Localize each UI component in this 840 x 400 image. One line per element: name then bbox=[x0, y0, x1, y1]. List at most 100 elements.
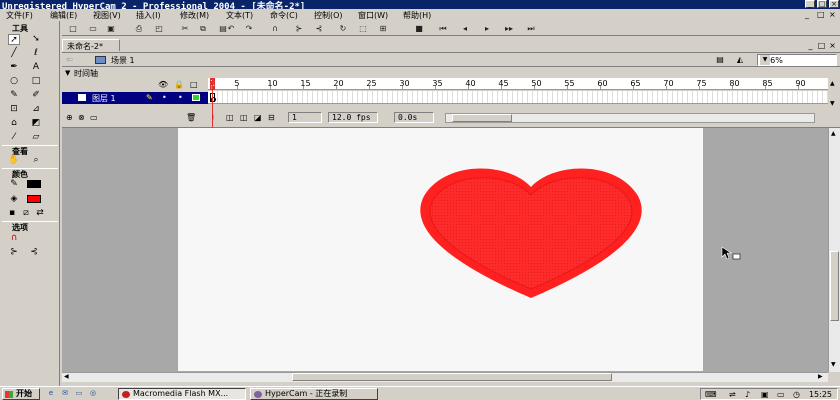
timeline-header[interactable]: ▼ 时间轴 bbox=[62, 68, 208, 79]
task-hypercam[interactable]: HyperCam - 正在录制 bbox=[250, 388, 378, 400]
keyboard-icon[interactable]: ⌨ bbox=[705, 390, 717, 399]
save-icon[interactable]: ▣ bbox=[106, 24, 116, 33]
start-button[interactable]: 开始 bbox=[2, 388, 40, 400]
copy-icon[interactable]: ⧉ bbox=[198, 24, 208, 33]
menu-edit[interactable]: 编辑(E) bbox=[50, 10, 77, 21]
delete-layer-icon[interactable]: 🗑 bbox=[186, 113, 196, 122]
stage[interactable] bbox=[178, 128, 741, 371]
minimize-button[interactable]: _ bbox=[805, 0, 815, 8]
task-flash[interactable]: Macromedia Flash MX... bbox=[118, 388, 246, 400]
menu-file[interactable]: 文件(F) bbox=[6, 10, 33, 21]
cut-icon[interactable]: ✂ bbox=[180, 24, 190, 33]
print-icon[interactable]: ⎙ bbox=[134, 24, 144, 33]
menu-insert[interactable]: 插入(I) bbox=[136, 10, 161, 21]
fill-transform-tool-icon[interactable]: ⊿ bbox=[30, 104, 42, 115]
timeline-hscroll-thumb[interactable] bbox=[452, 114, 512, 122]
zoom-tool-icon[interactable]: ⌕ bbox=[30, 155, 42, 166]
snap-magnet-option-icon[interactable]: ∩ bbox=[8, 233, 20, 244]
eraser-tool-icon[interactable]: ▱ bbox=[30, 132, 42, 143]
eyedropper-tool-icon[interactable]: ⁄ bbox=[8, 132, 20, 143]
menu-view[interactable]: 视图(V) bbox=[93, 10, 121, 21]
free-transform-tool-icon[interactable]: ⊡ bbox=[8, 104, 20, 115]
oval-tool-icon[interactable]: ○ bbox=[8, 76, 20, 87]
collapse-arrow-icon[interactable]: ▼ bbox=[65, 69, 70, 77]
layer-lock-dot-icon[interactable]: • bbox=[178, 93, 183, 102]
lock-all-icon[interactable]: 🔒 bbox=[174, 80, 184, 89]
snap-magnet-icon[interactable]: ∩ bbox=[270, 24, 280, 33]
text-tool-icon[interactable]: A bbox=[30, 62, 42, 73]
menu-window[interactable]: 窗口(W) bbox=[358, 10, 388, 21]
desktop-icon[interactable]: ▭ bbox=[74, 389, 84, 398]
menu-modify[interactable]: 修改(M) bbox=[180, 10, 209, 21]
document-tab[interactable]: 未命名-2* bbox=[62, 39, 120, 51]
pen-tool-icon[interactable]: ✒ bbox=[8, 62, 20, 73]
arrow-tool-icon[interactable]: ➚ bbox=[8, 34, 20, 45]
open-icon[interactable]: ▭ bbox=[88, 24, 98, 33]
ie-icon[interactable]: e bbox=[46, 389, 56, 398]
rewind-icon[interactable]: ⏮ bbox=[438, 24, 448, 33]
outline-all-icon[interactable]: □ bbox=[190, 80, 198, 89]
subselect-tool-icon[interactable]: ➘ bbox=[30, 34, 42, 45]
edit-multiple-frames-icon[interactable]: ◪ bbox=[254, 113, 262, 122]
menu-text[interactable]: 文本(T) bbox=[226, 10, 253, 21]
media-icon[interactable]: ◎ bbox=[88, 389, 98, 398]
tray-app-icon[interactable]: ▣ bbox=[761, 390, 769, 399]
stage-hscroll[interactable]: ◀ ▶ bbox=[62, 372, 828, 382]
insert-layer-icon[interactable]: ⊕ bbox=[66, 113, 73, 122]
step-back-icon[interactable]: ◂ bbox=[460, 24, 470, 33]
stage-vscroll[interactable]: ▲ ▼ bbox=[828, 128, 840, 372]
hand-tool-icon[interactable]: ✋ bbox=[8, 155, 20, 166]
layer-name[interactable]: 图层 1 bbox=[92, 93, 116, 104]
tray-clock-icon[interactable]: ◷ bbox=[793, 390, 800, 399]
layer-visible-dot-icon[interactable]: • bbox=[162, 93, 167, 102]
onion-outline-icon[interactable]: ◫ bbox=[240, 113, 248, 122]
back-arrow-icon[interactable]: ⇦ bbox=[66, 55, 73, 64]
straighten-icon[interactable]: ⊰ bbox=[314, 24, 324, 33]
menu-help[interactable]: 帮助(H) bbox=[403, 10, 431, 21]
network-icon[interactable]: ⇌ bbox=[729, 390, 736, 399]
new-icon[interactable]: □ bbox=[68, 24, 78, 33]
onion-skin-icon[interactable]: ◫ bbox=[226, 113, 234, 122]
rotate-icon[interactable]: ↻ bbox=[338, 24, 348, 33]
stroke-color-icon[interactable]: ✎ bbox=[8, 179, 20, 190]
doc-win-minimize-icon[interactable]: _ bbox=[806, 41, 815, 50]
ink-bottle-tool-icon[interactable]: ⌂ bbox=[8, 118, 20, 129]
timeline-vscroll[interactable]: ▲ ▼ bbox=[828, 78, 840, 110]
onion-markers-icon[interactable]: ⊟ bbox=[268, 113, 275, 122]
menu-control[interactable]: 控制(O) bbox=[314, 10, 343, 21]
layer-row[interactable]: 图层 1 ✎ • • bbox=[62, 92, 208, 104]
doc-close-button[interactable]: × bbox=[829, 10, 836, 19]
forward-end-icon[interactable]: ⏭ bbox=[526, 24, 536, 33]
center-frame-icon[interactable]: ⍿ bbox=[212, 113, 214, 123]
scroll-down-icon[interactable]: ▼ bbox=[831, 361, 836, 368]
speaker-icon[interactable]: ♪ bbox=[745, 390, 750, 399]
lasso-tool-icon[interactable]: ℓ bbox=[30, 48, 42, 59]
frame-cells[interactable] bbox=[208, 91, 828, 104]
close-button[interactable]: × bbox=[829, 0, 839, 8]
swap-colors-icon[interactable]: ⇄ bbox=[34, 208, 46, 219]
smooth-icon[interactable]: ⊱ bbox=[294, 24, 304, 33]
doc-win-close-icon[interactable]: × bbox=[828, 41, 837, 50]
smooth-option-icon[interactable]: ⊱ bbox=[8, 247, 20, 258]
scroll-up-icon[interactable]: ▲ bbox=[830, 80, 835, 87]
doc-minimize-button[interactable]: _ bbox=[805, 10, 809, 19]
chevron-down-icon[interactable]: ▼ bbox=[760, 55, 770, 65]
undo-icon[interactable]: ↶ bbox=[226, 24, 236, 33]
fill-color-swatch[interactable] bbox=[27, 195, 41, 203]
doc-win-restore-icon[interactable]: □ bbox=[817, 41, 826, 50]
stop-icon[interactable]: ■ bbox=[414, 24, 424, 33]
align-icon[interactable]: ⊞ bbox=[378, 24, 388, 33]
rectangle-tool-icon[interactable]: □ bbox=[30, 76, 42, 87]
heart-shape[interactable] bbox=[416, 166, 646, 300]
zoom-select[interactable]: 116% ▼ bbox=[757, 54, 837, 66]
frame-ruler[interactable]: 151015202530354045505560657075808590 bbox=[208, 78, 828, 90]
show-hide-all-icon[interactable]: 👁 bbox=[158, 80, 168, 89]
menu-command[interactable]: 命令(C) bbox=[270, 10, 298, 21]
scroll-down-icon[interactable]: ▼ bbox=[830, 100, 835, 107]
scale-icon[interactable]: ⬚ bbox=[358, 24, 368, 33]
add-guide-layer-icon[interactable]: ⊗ bbox=[78, 113, 85, 122]
scroll-right-icon[interactable]: ▶ bbox=[818, 373, 823, 380]
pencil-tool-icon[interactable]: ✎ bbox=[8, 90, 20, 101]
edit-symbols-icon[interactable]: ◭ bbox=[734, 55, 746, 65]
timeline-hscroll[interactable] bbox=[445, 113, 815, 123]
